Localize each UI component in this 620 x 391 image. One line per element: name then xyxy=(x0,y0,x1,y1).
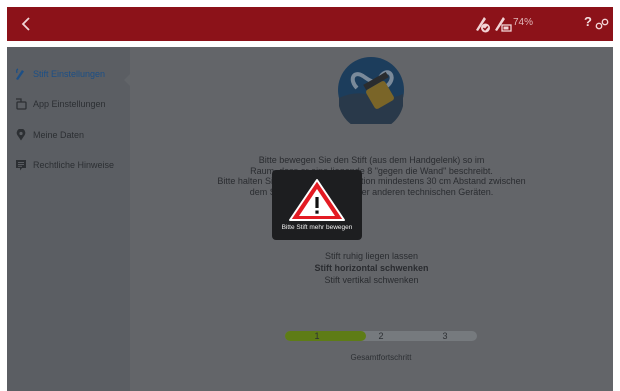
progress-title: Gesamtfortschritt xyxy=(350,353,412,362)
progress-step-1: 1 xyxy=(314,331,320,341)
sidebar-item-rechtliche-hinweise[interactable]: Rechtliche Hinweise xyxy=(7,155,130,175)
location-pin-icon xyxy=(16,129,26,141)
pen-battery-icon[interactable] xyxy=(493,14,513,34)
instruction-line: Bitte bewegen Sie den Stift (aus dem Han… xyxy=(258,155,485,165)
title-bar: 74% ? xyxy=(7,7,613,41)
top-bar: 74% ? xyxy=(0,0,620,47)
instruction-line: Bitte halten Sie während der Kalibration… xyxy=(217,176,526,186)
pen-check-icon[interactable] xyxy=(473,14,491,34)
battery-level: 74% xyxy=(513,17,534,28)
progress-bar: 1 2 3 xyxy=(285,331,477,341)
instruction-line: Raum, dass er eine liegende 8 "gegen die… xyxy=(250,165,493,176)
sidebar-item-label: Stift Einstellungen xyxy=(33,69,106,79)
sidebar-item-app-einstellungen[interactable]: App Einstellungen xyxy=(7,94,130,114)
step-item-active: Stift horizontal schwenken xyxy=(314,263,429,273)
pen-icon xyxy=(16,68,24,80)
sidebar-item-label: App Einstellungen xyxy=(33,99,106,109)
app-icon xyxy=(16,98,27,110)
toast-message: Bitte Stift mehr bewegen xyxy=(281,224,353,231)
warning-toast: Bitte Stift mehr bewegen xyxy=(272,170,362,240)
back-button[interactable] xyxy=(15,13,39,35)
main-panel: Bitte bewegen Sie den Stift (aus dem Han… xyxy=(130,47,613,391)
chevron-left-icon xyxy=(21,17,30,31)
pairing-icon[interactable] xyxy=(595,14,609,34)
progress-step-2: 2 xyxy=(378,331,384,341)
sidebar-item-stift-einstellungen[interactable]: Stift Einstellungen xyxy=(7,64,130,84)
sidebar-item-label: Rechtliche Hinweise xyxy=(33,160,115,170)
calibration-steps: Stift ruhig liegen lassen Stift horizont… xyxy=(180,250,563,286)
step-item: Stift vertikal schwenken xyxy=(324,275,419,285)
calibration-emblem xyxy=(338,57,404,124)
warning-icon xyxy=(289,179,345,221)
step-item: Stift ruhig liegen lassen xyxy=(324,251,419,261)
document-icon xyxy=(16,160,26,171)
sidebar: Stift Einstellungen App Einstellungen Me… xyxy=(7,47,131,391)
sidebar-item-meine-daten[interactable]: Meine Daten xyxy=(7,125,130,145)
help-button[interactable]: ? xyxy=(581,14,595,29)
instruction-line: dem Stift und dem Tablet oder anderen te… xyxy=(249,186,494,197)
progress-step-3: 3 xyxy=(442,331,448,341)
instructions: Bitte bewegen Sie den Stift (aus dem Han… xyxy=(180,155,563,197)
sidebar-item-label: Meine Daten xyxy=(33,130,85,140)
